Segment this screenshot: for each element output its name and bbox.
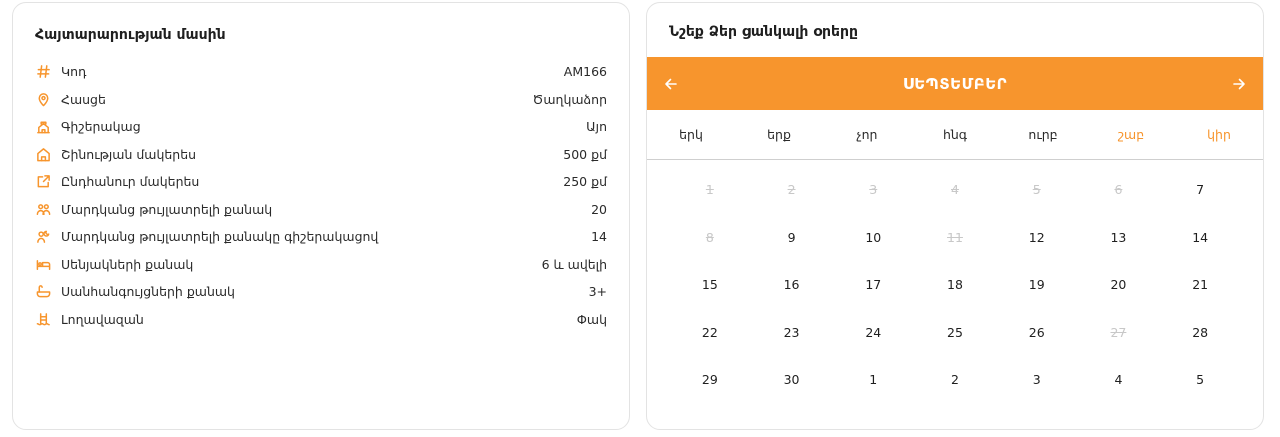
info-row-value: Այո xyxy=(586,119,607,135)
weekday-label: շաբ xyxy=(1117,127,1145,142)
pool-ladder-icon xyxy=(35,311,51,327)
month-bar: ՍԵՊՏԵՄԲԵՐ xyxy=(647,57,1263,110)
calendar-day[interactable]: 4 xyxy=(1078,356,1160,404)
house-night-icon xyxy=(35,119,51,135)
calendar-day[interactable]: 13 xyxy=(1078,214,1160,262)
weekday-label: երկ xyxy=(679,127,703,142)
calendar-day-unavailable: 2 xyxy=(787,182,796,198)
arrow-left-icon xyxy=(665,78,677,89)
info-row-value: Ծաղկաձոր xyxy=(532,91,607,107)
info-row-value: 3+ xyxy=(588,284,607,300)
people-overnight-icon xyxy=(35,229,51,245)
calendar-day[interactable]: 1 xyxy=(832,356,914,404)
weekday-label: երք xyxy=(767,127,791,142)
next-month-button[interactable] xyxy=(1217,57,1261,110)
info-row: Կոդ AM166 xyxy=(35,58,607,86)
calendar-day[interactable]: 20 xyxy=(1078,261,1160,309)
info-row-label: Ընդհանուր մակերես xyxy=(61,174,200,190)
building-area-icon xyxy=(35,146,51,162)
day-grid: 1 2 3 4 5 6 7 8 9 10 11 12 13 14 15 16 17 18 19 20 21 22 23 24 2… xyxy=(669,166,1241,404)
calendar-day[interactable]: 17 xyxy=(832,261,914,309)
calendar-day-unavailable: 11 xyxy=(947,229,963,245)
info-row-label: Լողավազան xyxy=(61,311,144,327)
calendar-day-unavailable: 1 xyxy=(705,182,714,198)
calendar-day[interactable]: 22 xyxy=(669,309,751,357)
calendar-day[interactable]: 29 xyxy=(669,356,751,404)
location-pin-icon xyxy=(35,91,51,107)
calendar-day-unavailable: 27 xyxy=(1110,324,1127,340)
arrow-right-icon xyxy=(1233,78,1245,89)
calendar-day[interactable]: 3 xyxy=(996,356,1078,404)
calendar-day-unavailable: 4 xyxy=(951,182,959,198)
calendar-day-unavailable: 5 xyxy=(1032,182,1041,198)
calendar-day[interactable]: 30 xyxy=(751,356,833,404)
calendar-day[interactable]: 14 xyxy=(1159,214,1241,262)
calendar-day-unavailable: 8 xyxy=(705,229,714,245)
month-name: ՍԵՊՏԵՄԲԵՐ xyxy=(902,74,1008,93)
calendar-day[interactable]: 15 xyxy=(669,261,751,309)
prev-month-button[interactable] xyxy=(649,57,693,110)
bed-icon xyxy=(35,256,51,272)
calendar-day[interactable]: 26 xyxy=(996,309,1078,357)
weekday-label: կիր xyxy=(1207,127,1231,142)
info-row: Ընդհանուր մակերես 250 քմ xyxy=(35,168,607,196)
calendar-day-unavailable: 6 xyxy=(1114,182,1123,198)
info-row-label: Սենյակների քանակ xyxy=(61,256,194,272)
total-area-icon xyxy=(35,174,51,190)
info-row: Սենյակների քանակ 6 և ավելի xyxy=(35,251,607,279)
info-row-value: 500 քմ xyxy=(563,146,607,162)
weekday-label: ուրբ xyxy=(1028,127,1058,142)
calendar-day[interactable]: 9 xyxy=(751,214,833,262)
calendar-card: Նշեք Ձեր ցանկալի օրերը ՍԵՊՏԵՄԲԵՐ երկ երք չ… xyxy=(646,2,1264,430)
info-row: Շինության մակերես 500 քմ xyxy=(35,141,607,169)
info-row-label: Մարդկանց թույլատրելի քանակ xyxy=(61,201,273,217)
info-row: Սանհանգույցների քանակ 3+ xyxy=(35,278,607,306)
info-row-label: Կոդ xyxy=(61,64,87,80)
calendar-day[interactable]: 28 xyxy=(1159,309,1241,357)
info-row: Հասցե Ծաղկաձոր xyxy=(35,86,607,114)
listing-info-card: Հայտարարության մասին Կոդ AM166 Հասցե Ծաղկաձ… xyxy=(12,2,630,430)
info-row-label: Գիշերակաց xyxy=(61,119,141,135)
calendar-day[interactable]: 18 xyxy=(914,261,996,309)
info-row: Գիշերակաց Այո xyxy=(35,113,607,141)
weekday-label: հնգ xyxy=(942,127,968,142)
info-row-label: Մարդկանց թույլատրելի քանակը գիշերակացով xyxy=(61,229,379,245)
info-list: Կոդ AM166 Հասցե Ծաղկաձոր Գիշերակաց Այո Շինությ… xyxy=(35,58,607,333)
calendar-day[interactable]: 24 xyxy=(832,309,914,357)
calendar-day[interactable]: 7 xyxy=(1159,166,1241,214)
info-title: Հայտարարության մասին xyxy=(35,27,226,43)
calendar-day[interactable]: 21 xyxy=(1159,261,1241,309)
weekday-label: չոր xyxy=(856,127,878,142)
info-row-value: 6 և ավելի xyxy=(541,256,607,272)
info-row-label: Հասցե xyxy=(61,91,106,107)
info-row-label: Շինության մակերես xyxy=(61,146,197,162)
hash-icon xyxy=(35,64,51,80)
info-row-value: 20 xyxy=(591,201,607,217)
calendar-day[interactable]: 25 xyxy=(914,309,996,357)
info-row: Լողավազան Փակ xyxy=(35,306,607,334)
calendar-title: Նշեք Ձեր ցանկալի օրերը xyxy=(669,24,858,40)
info-row-value: 14 xyxy=(591,229,607,245)
people-icon xyxy=(35,201,51,217)
calendar-day[interactable]: 2 xyxy=(914,356,996,404)
calendar-day[interactable]: 5 xyxy=(1159,356,1241,404)
calendar-day[interactable]: 12 xyxy=(996,214,1078,262)
calendar-day[interactable]: 10 xyxy=(832,214,914,262)
weekday-header: երկ երք չոր հնգ ուրբ շաբ կիր xyxy=(647,110,1263,160)
info-row-value: Փակ xyxy=(576,311,607,327)
info-row-value: 250 քմ xyxy=(563,174,607,190)
bathtub-icon xyxy=(35,284,51,300)
calendar-day[interactable]: 19 xyxy=(996,261,1078,309)
calendar-day-unavailable: 3 xyxy=(869,182,878,198)
info-row-label: Սանհանգույցների քանակ xyxy=(61,284,235,300)
info-row-value: AM166 xyxy=(563,64,607,80)
info-row: Մարդկանց թույլատրելի քանակը գիշերակացով 1… xyxy=(35,223,607,251)
info-row: Մարդկանց թույլատրելի քանակ 20 xyxy=(35,196,607,224)
calendar-day[interactable]: 16 xyxy=(751,261,833,309)
calendar-day[interactable]: 23 xyxy=(751,309,833,357)
